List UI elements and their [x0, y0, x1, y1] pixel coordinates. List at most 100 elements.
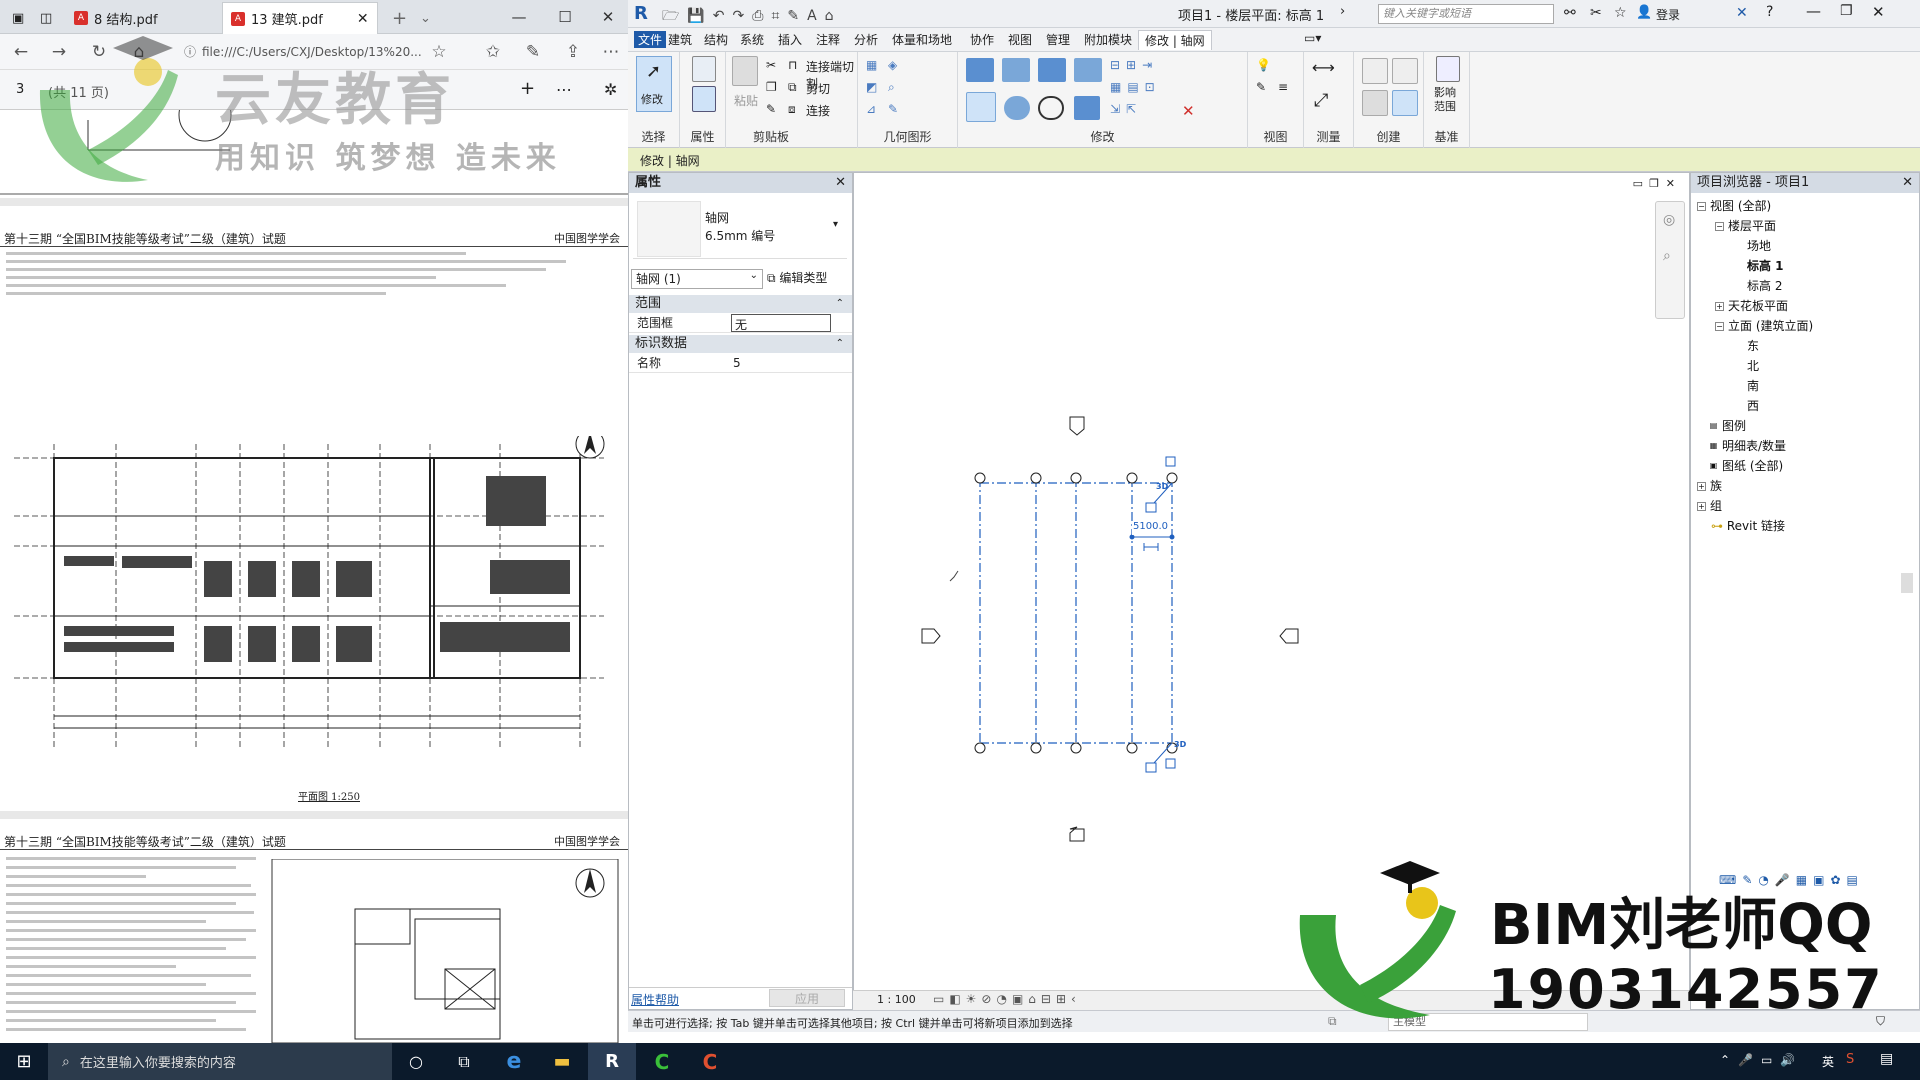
cortana-icon[interactable]: ○ [392, 1043, 440, 1080]
measure-icon[interactable]: ⟷ [1312, 58, 1335, 77]
exchange-icon[interactable]: ✕ [1736, 5, 1748, 21]
dimension-icon[interactable]: ⤢ [1314, 90, 1328, 111]
copy-icon[interactable]: ❐ [766, 80, 777, 94]
create-assembly-icon[interactable] [1362, 58, 1388, 84]
cut-scissors-icon[interactable]: ✂ [766, 58, 776, 72]
match-properties-icon[interactable]: ✎ [766, 102, 776, 116]
type-selector[interactable]: 轴网 6.5mm 编号 ▾ [633, 197, 847, 259]
join-cut-icon[interactable]: ⊓ [788, 58, 797, 72]
hide-element-icon[interactable]: 💡 [1256, 58, 1271, 72]
tab-modify-grids[interactable]: 修改 | 轴网 [1138, 30, 1212, 50]
tree-node-legends[interactable]: ▤ 图例 [1709, 417, 1746, 434]
paint-icon[interactable]: ◩ [866, 80, 877, 94]
apply-button[interactable]: 应用 [769, 989, 845, 1007]
tab-architecture[interactable]: 建筑 [668, 31, 692, 48]
tab-analyze[interactable]: 分析 [854, 31, 878, 48]
add-icon[interactable]: + [520, 78, 535, 99]
wall-joins-icon[interactable]: ▦ [866, 58, 877, 72]
mirror-draw-icon[interactable] [1074, 58, 1102, 82]
tree-node-groups[interactable]: + 组 [1697, 497, 1722, 514]
tab-collaborate[interactable]: 协作 [970, 31, 994, 48]
minimize-icon[interactable]: — [1806, 2, 1821, 20]
page-number-input[interactable]: 3 [16, 82, 24, 97]
tree-node-south[interactable]: 南 [1747, 377, 1759, 394]
pen-icon[interactable]: ✎ [520, 40, 546, 64]
task-view-icon[interactable]: ⧉ [440, 1043, 488, 1080]
create-group-icon[interactable] [1362, 90, 1388, 116]
new-tab-icon[interactable]: + [384, 2, 415, 34]
chevron-down-icon[interactable]: ⌄ [412, 2, 439, 34]
paste-icon[interactable] [732, 56, 758, 86]
close-icon[interactable]: ✕ [588, 0, 628, 34]
view-scale[interactable]: 1 : 100 [877, 993, 916, 1006]
tree-node-site[interactable]: 场地 [1747, 237, 1771, 254]
camtasia-recorder-icon[interactable]: C [686, 1043, 734, 1080]
linework-icon[interactable]: ≡ [1278, 80, 1288, 94]
copy-element-icon[interactable] [1004, 96, 1030, 120]
properties-help-link[interactable]: 属性帮助 [631, 991, 679, 1008]
scope-box-field[interactable]: 无 [731, 314, 831, 332]
tab-addins[interactable]: 附加模块 [1084, 31, 1132, 48]
offset-icon[interactable] [1002, 58, 1030, 82]
tab-manage[interactable]: 管理 [1046, 31, 1070, 48]
tree-node-floor-plans[interactable]: − 楼层平面 [1715, 217, 1776, 234]
cope-icon[interactable]: ⊿ [866, 102, 876, 116]
mirror-axis-icon[interactable] [1038, 58, 1066, 82]
favorites-icon[interactable]: ✩ [480, 40, 506, 64]
taskbar-search-input[interactable]: ⌕ 在这里输入你要搜索的内容 [48, 1043, 392, 1080]
scope-box-label[interactable]: 影响 范围 [1434, 86, 1464, 114]
revit-logo-icon[interactable]: R [634, 3, 648, 24]
tab-structure[interactable]: 结构 [704, 31, 728, 48]
chevron-down-icon[interactable]: ▾ [833, 219, 838, 230]
ime-language-indicator[interactable]: 英 [1822, 1053, 1834, 1070]
split-tools-icons[interactable]: ⊟⊞⇥ [1110, 58, 1158, 72]
scale-tools-icons[interactable]: ⇲⇱ [1110, 102, 1142, 116]
minimize-icon[interactable]: — [496, 0, 542, 34]
edit-type-button[interactable]: ⧉ 编辑类型 [767, 269, 849, 289]
system-tray-icons[interactable]: ⌃🎤▭🔊 [1720, 1053, 1803, 1067]
camtasia-green-icon[interactable]: C [638, 1043, 686, 1080]
tree-node-north[interactable]: 北 [1747, 357, 1759, 374]
instance-filter-dropdown[interactable]: 轴网 (1) ⌄ [631, 269, 763, 289]
temporary-dimension[interactable]: 5100.0 [1133, 521, 1168, 532]
tree-node-views[interactable]: − 视图 (全部) [1697, 197, 1771, 214]
quick-access-toolbar[interactable]: 🗁💾↶↷⎙⌗✎A⌂ [662, 5, 842, 29]
trim-extend-icon[interactable] [1074, 96, 1100, 120]
more-icon[interactable]: ⋯ [556, 80, 572, 99]
properties-icon[interactable] [692, 56, 716, 82]
tree-node-level-1[interactable]: 标高 1 [1747, 257, 1784, 274]
tab-systems[interactable]: 系统 [740, 31, 764, 48]
create-similar-icon[interactable] [1392, 90, 1418, 116]
tree-node-level-2[interactable]: 标高 2 [1747, 277, 1782, 294]
ribbon-options-icon[interactable]: ▭▾ [1304, 31, 1321, 45]
view-control-icons[interactable]: ▭◧☀⊘◔▣⌂⊟⊞‹ [933, 992, 1081, 1006]
tab-view[interactable]: 视图 [1008, 31, 1032, 48]
close-tab-icon[interactable]: ✕ [357, 11, 369, 27]
more-icon[interactable]: ⋯ [598, 40, 624, 64]
close-icon[interactable]: ✕ [1872, 3, 1885, 21]
pdf-document[interactable]: 第十三期 “全国BIM技能等级考试”二级（建筑）试题 中国图学学会 平面图 1:… [0, 88, 628, 1043]
cut-geometry-icon[interactable]: ⧉ [788, 80, 797, 95]
maximize-icon[interactable]: ☐ [542, 0, 588, 34]
scrollbar-thumb[interactable] [1901, 573, 1913, 593]
tab-annotate[interactable]: 注释 [816, 31, 840, 48]
tree-node-east[interactable]: 东 [1747, 337, 1759, 354]
join-button[interactable]: 连接 [806, 102, 830, 119]
rotate-icon[interactable] [1038, 96, 1064, 120]
align-icon[interactable] [966, 58, 994, 82]
wrench-icon[interactable]: ✎ [888, 102, 898, 116]
move-icon[interactable] [966, 92, 996, 122]
close-icon[interactable]: ✕ [835, 173, 846, 193]
binoculars-icon[interactable]: ⚯ [1564, 5, 1576, 21]
subscription-icon[interactable]: ✂ [1590, 5, 1602, 21]
tree-node-west[interactable]: 西 [1747, 397, 1759, 414]
favorites-star-icon[interactable]: ☆ [1614, 5, 1627, 21]
tree-node-sheets[interactable]: ▣ 图纸 (全部) [1709, 457, 1783, 474]
array-tools-icons[interactable]: ▦▤⊡ [1110, 80, 1161, 94]
tab-actions-icon[interactable]: ▣ [4, 2, 30, 34]
override-graphics-icon[interactable]: ✎ [1256, 80, 1266, 94]
restore-icon[interactable]: ❐ [1840, 3, 1853, 19]
demolish-icon[interactable]: ⌕ [888, 80, 895, 95]
tab-file[interactable]: 文件 [634, 31, 667, 48]
tab-architecture-pdf[interactable]: A 13 建筑.pdf ✕ [222, 2, 378, 34]
